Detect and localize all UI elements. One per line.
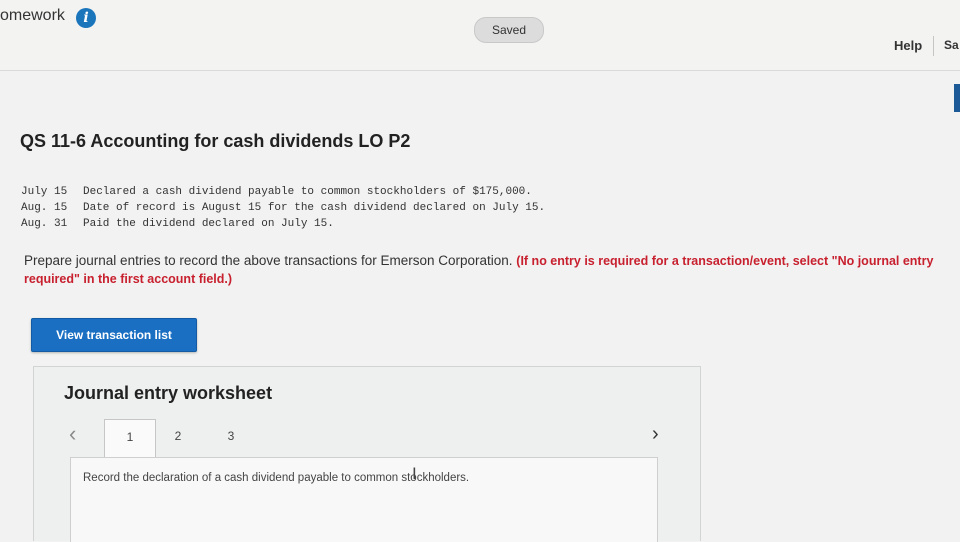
app-title: omework [0,7,65,24]
save-exit-link[interactable]: Sa [944,38,959,52]
tab-1[interactable]: 1 [104,419,156,458]
transaction-date: July 15 [21,186,68,198]
text-cursor-icon: I [412,464,417,483]
side-panel-tab[interactable] [954,84,960,112]
transaction-row: Aug. 15 Date of record is August 15 for … [21,200,545,216]
worksheet-title: Journal entry worksheet [64,383,273,403]
transaction-text: Declared a cash dividend payable to comm… [83,186,532,198]
transaction-text: Paid the dividend declared on July 15. [83,218,334,230]
chevron-left-icon[interactable]: ‹ [69,421,76,447]
instructions: Prepare journal entries to record the ab… [24,252,954,288]
worksheet-body: Record the declaration of a cash dividen… [70,457,658,542]
question-title: QS 11-6 Accounting for cash dividends LO… [20,131,411,151]
tab-2[interactable]: 2 [153,419,203,457]
journal-entry-worksheet: Journal entry worksheet ‹ 1 2 3 › Record… [33,366,701,542]
top-bar: omework i Saved Help Sa [0,0,960,71]
transaction-date: Aug. 31 [21,218,68,230]
chevron-right-icon[interactable]: › [652,423,659,446]
transaction-row: July 15 Declared a cash dividend payable… [21,184,545,200]
view-transaction-list-button[interactable]: View transaction list [31,318,197,352]
info-icon[interactable]: i [76,8,96,28]
instruction-text: Prepare journal entries to record the ab… [24,253,513,268]
transaction-row: Aug. 31 Paid the dividend declared on Ju… [21,216,545,232]
tab-3[interactable]: 3 [206,419,256,457]
transaction-list: July 15 Declared a cash dividend payable… [21,184,545,232]
saved-status-badge: Saved [474,17,544,43]
help-link[interactable]: Help [894,38,922,53]
transaction-text: Date of record is August 15 for the cash… [83,202,546,214]
header-divider [933,36,934,56]
transaction-date: Aug. 15 [21,202,68,214]
